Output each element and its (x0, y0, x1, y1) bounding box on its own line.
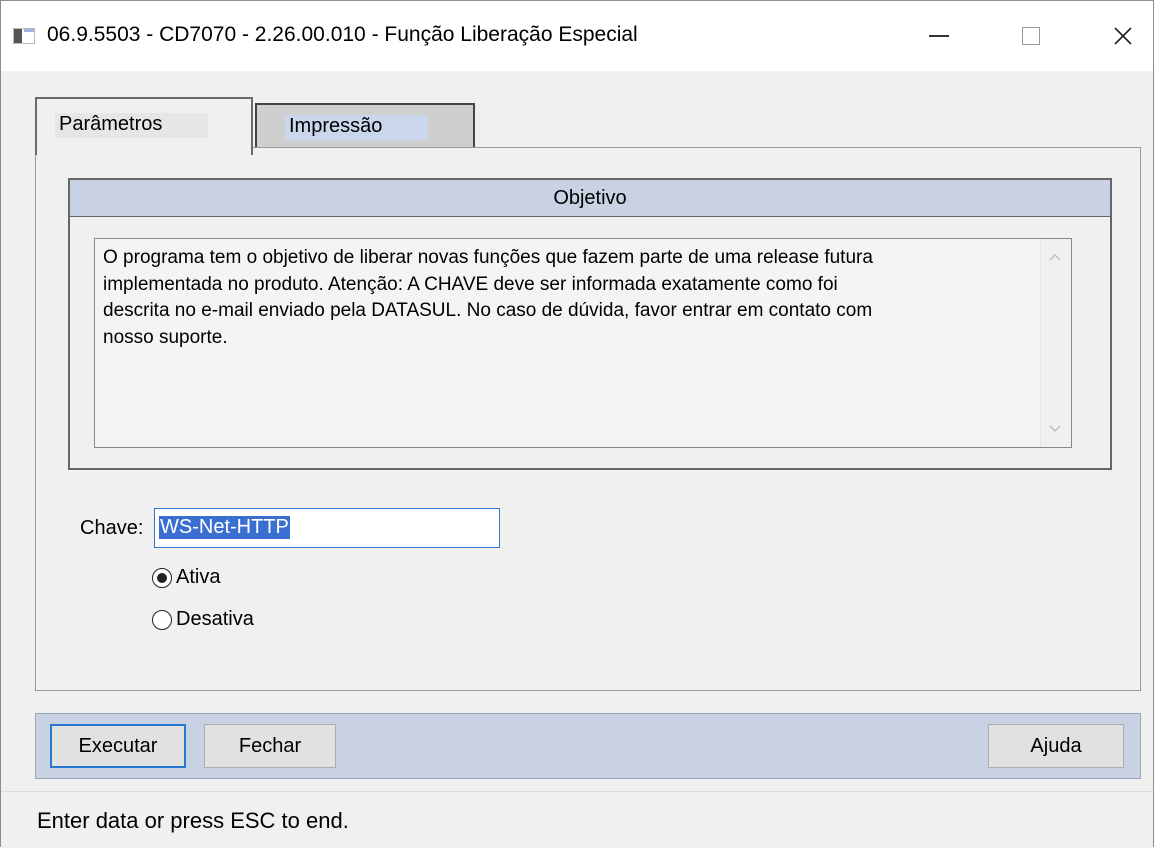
tab-parametros[interactable]: Parâmetros (35, 97, 253, 155)
window-title: 06.9.5503 - CD7070 - 2.26.00.010 - Funçã… (47, 23, 638, 46)
close-icon (1114, 27, 1132, 45)
vertical-scrollbar[interactable] (1040, 239, 1071, 447)
radio-dot (157, 572, 167, 583)
fechar-button[interactable]: Fechar (204, 724, 336, 768)
chave-input[interactable]: WS-Net-HTTP (154, 508, 500, 548)
tab-label: Impressão (285, 115, 429, 140)
radio-desativa[interactable]: Desativa (152, 608, 254, 631)
scroll-up-icon[interactable] (1048, 251, 1062, 265)
radio-label: Ativa (176, 566, 221, 588)
objetivo-textarea[interactable]: O programa tem o objetivo de liberar nov… (94, 238, 1072, 448)
radio-ativa[interactable]: Ativa (152, 566, 220, 589)
button-bar: Executar Fechar Ajuda (35, 713, 1141, 779)
objetivo-group: Objetivo O programa tem o objetivo de li… (68, 178, 1112, 470)
chave-value: WS-Net-HTTP (159, 516, 290, 539)
maximize-icon (1022, 27, 1040, 45)
objetivo-line: nosso suporte. (103, 326, 228, 348)
radio-unchecked-icon (152, 609, 172, 630)
status-bar: Enter data or press ESC to end. (1, 791, 1153, 848)
scroll-down-icon[interactable] (1048, 421, 1062, 435)
radio-label: Desativa (176, 608, 254, 630)
status-text: Enter data or press ESC to end. (37, 808, 349, 833)
radio-checked-icon (152, 567, 172, 588)
objetivo-header: Objetivo (70, 180, 1110, 217)
close-button[interactable] (1093, 11, 1153, 61)
ajuda-button[interactable]: Ajuda (988, 724, 1124, 768)
minimize-icon (929, 35, 949, 37)
app-window: 06.9.5503 - CD7070 - 2.26.00.010 - Funçã… (0, 0, 1154, 848)
maximize-button[interactable] (1001, 11, 1061, 61)
executar-button[interactable]: Executar (50, 724, 186, 768)
minimize-button[interactable] (909, 11, 969, 61)
app-icon (13, 28, 35, 44)
tab-impressao[interactable]: Impressão (255, 103, 475, 149)
objetivo-line: descrita no e-mail enviado pela DATASUL.… (103, 300, 873, 321)
objetivo-line: implementada no produto. Atenção: A CHAV… (103, 273, 838, 295)
tab-panel-parametros: Objetivo O programa tem o objetivo de li… (35, 147, 1141, 691)
chave-label: Chave: (80, 517, 144, 539)
title-bar[interactable]: 06.9.5503 - CD7070 - 2.26.00.010 - Funçã… (1, 1, 1153, 71)
tab-label: Parâmetros (55, 113, 209, 138)
objetivo-line: O programa tem o objetivo de liberar nov… (103, 247, 873, 268)
objetivo-title: Objetivo (553, 186, 627, 209)
objetivo-text: O programa tem o objetivo de liberar nov… (103, 245, 1023, 351)
